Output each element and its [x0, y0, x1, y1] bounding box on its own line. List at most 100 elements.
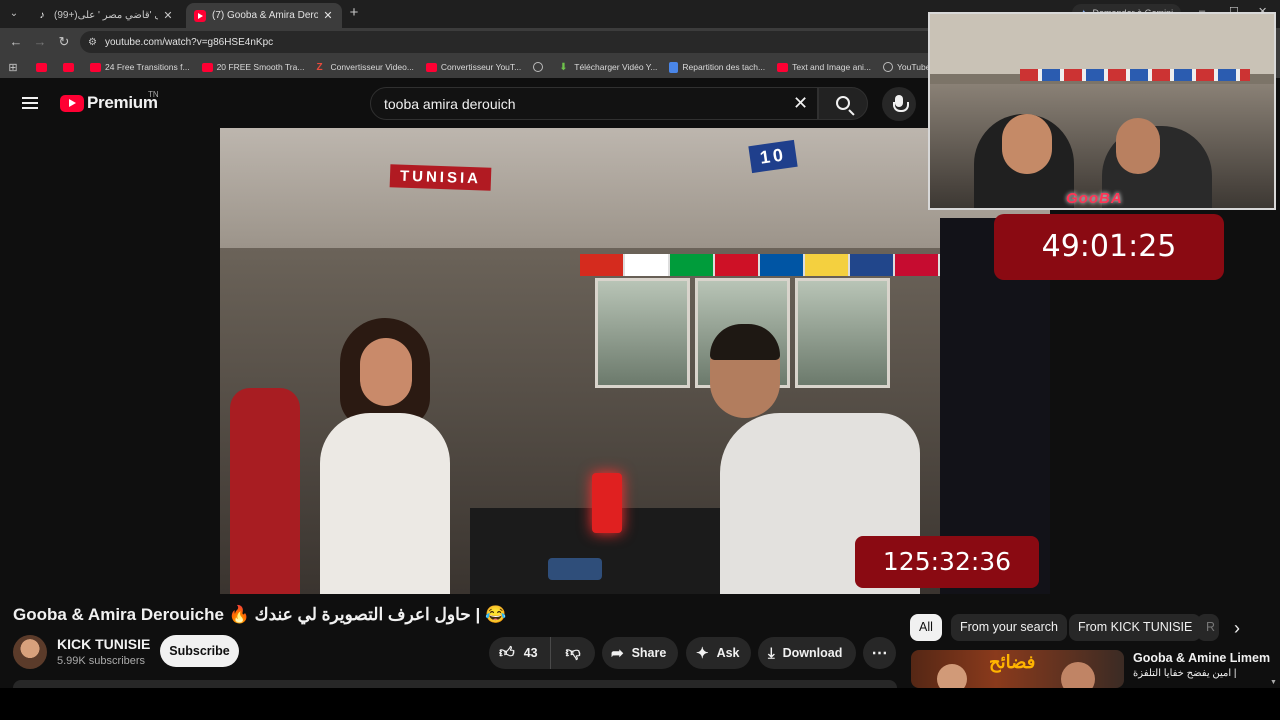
youtube-icon [201, 62, 213, 72]
like-dislike-group: 👍︎ 43 👎︎ [489, 637, 595, 669]
bookmark-item[interactable]: 24 Free Transitions f... [90, 62, 190, 72]
browser-tab-tiktok[interactable]: ♪ (99+)اعثر على 'قاضي مصر ' على... ✕ [28, 3, 182, 28]
browser-tab-youtube[interactable]: (7) Gooba & Amira Derouiche ✕ [186, 3, 342, 28]
forward-arrow-icon[interactable]: → [32, 34, 48, 50]
bookmark-item[interactable]: Z Convertisseur Video... [316, 62, 413, 73]
new-tab-button[interactable]: + [346, 5, 362, 21]
bookmark-label: 24 Free Transitions f... [105, 62, 190, 72]
reload-icon[interactable]: ↻ [56, 34, 72, 50]
voice-search-mic-icon[interactable] [882, 87, 916, 121]
thumbs-down-icon: 👎︎ [565, 644, 581, 661]
dislike-button[interactable]: 👎︎ [551, 637, 595, 669]
back-arrow-icon[interactable]: ← [8, 34, 24, 50]
bookmark-item[interactable]: Convertisseur YouT... [425, 62, 522, 72]
youtube-icon [777, 62, 789, 72]
youtube-icon [425, 62, 437, 72]
share-arrow-icon: ➦ [611, 645, 624, 662]
taskbar-strip [0, 688, 1280, 720]
facecam-overlay: GooBA [928, 12, 1276, 210]
channel-name[interactable]: KICK TUNISIE [57, 636, 150, 652]
z-logo-icon: Z [316, 61, 323, 73]
more-actions-button[interactable]: ⋯ [863, 637, 896, 669]
subscriber-count: 5.99K subscribers [57, 655, 146, 667]
phone-on-desk [548, 558, 602, 580]
download-icon: ⤓ [768, 644, 775, 662]
share-button[interactable]: ➦ Share [602, 637, 678, 669]
stream-timer-top: 49:01:25 [994, 214, 1224, 280]
stream-timer-bottom: 125:32:36 [855, 536, 1039, 588]
tab-title: (7) Gooba & Amira Derouiche [212, 10, 318, 21]
chip-overflow[interactable]: R [1197, 614, 1219, 641]
thumbs-up-icon: 👍︎ [499, 644, 515, 661]
apps-grid-icon[interactable]: ⊞ [6, 61, 20, 74]
download-arrow-icon: ⬇ [559, 61, 568, 73]
window-pane [595, 278, 690, 388]
youtube-play-icon [60, 94, 84, 112]
youtube-logo[interactable]: Premium TN [60, 90, 159, 113]
description-box[interactable] [13, 680, 897, 688]
url-text: youtube.com/watch?v=g86HSE4nKpc [104, 36, 274, 48]
bookmark-label: Text and Image ani... [792, 62, 872, 72]
bookmark-item[interactable]: 20 FREE Smooth Tra... [201, 62, 305, 72]
bookmark-label: Convertisseur YouT... [440, 62, 522, 72]
ask-button[interactable]: ✦ Ask [686, 637, 751, 669]
youtube-icon [63, 62, 74, 72]
streamer-tag: GooBA [1066, 190, 1123, 207]
recommended-title[interactable]: Gooba & Amine Limem [1133, 651, 1270, 665]
clear-search-icon[interactable]: ✕ [793, 94, 808, 112]
close-tab-icon[interactable]: ✕ [322, 9, 334, 22]
globe-icon [883, 62, 894, 72]
tab-search-chevron-icon[interactable]: ⌄ [6, 6, 22, 22]
video-title: Gooba & Amira Derouiche 🔥 | حاول اعرف ال… [13, 605, 893, 629]
subscribe-button[interactable]: Subscribe [160, 635, 239, 667]
chip-from-your-search[interactable]: From your search [951, 614, 1067, 641]
bookmark-item[interactable]: Repartition des tach... [669, 61, 766, 73]
video-frame-ceiling [220, 128, 1050, 248]
video-player[interactable]: TUNISIA 10 125:32:36 [220, 128, 1050, 594]
chip-all[interactable]: All [910, 614, 942, 641]
youtube-icon [36, 62, 47, 72]
title-arabic: | حاول اعرف التصويرة لي عندك [254, 605, 481, 624]
channel-avatar[interactable] [13, 635, 47, 669]
thumbnail-text: فضائح [989, 652, 1036, 672]
bookmark-label: Télécharger Vidéo Y... [574, 62, 658, 72]
bookmark-item[interactable]: ⬇ Télécharger Vidéo Y... [559, 62, 657, 73]
scarf-banner: TUNISIA [389, 164, 492, 191]
country-code: TN [148, 90, 159, 99]
guest-woman [300, 318, 490, 594]
bookmark-label: 20 FREE Smooth Tra... [216, 62, 305, 72]
recommended-subtitle: | امين يفضح خفايا التلفزة [1133, 668, 1237, 679]
tab-title: (99+)اعثر على 'قاضي مصر ' على... [54, 10, 158, 21]
flag-garland [580, 254, 940, 276]
url-field[interactable]: ⚙ youtube.com/watch?v=g86HSE4nKpc [80, 31, 940, 53]
download-button[interactable]: ⤓ Download [758, 637, 856, 669]
red-lamp [592, 473, 622, 533]
scroll-down-arrow-icon[interactable]: ▼ [1270, 679, 1277, 686]
youtube-icon [194, 9, 206, 22]
close-tab-icon[interactable]: ✕ [162, 9, 174, 22]
bookmark-item[interactable] [63, 62, 78, 72]
bookmark-item[interactable] [36, 62, 51, 72]
menu-icon[interactable] [22, 97, 38, 109]
bookmark-label: Convertisseur Video... [330, 62, 414, 72]
bookmark-label: Repartition des tach... [682, 62, 766, 72]
title-latin: Gooba & Amira Derouiche [13, 605, 224, 624]
document-icon [669, 61, 679, 73]
search-input[interactable]: tooba amira derouich [370, 87, 818, 120]
chip-from-channel[interactable]: From KICK TUNISIE [1069, 614, 1202, 641]
sparkle-icon: ✦ [696, 645, 709, 662]
share-label: Share [631, 646, 667, 660]
like-button[interactable]: 👍︎ 43 [489, 637, 551, 669]
bookmark-item[interactable]: Text and Image ani... [777, 62, 871, 72]
search-icon [836, 96, 850, 110]
search-button[interactable] [818, 87, 868, 120]
ask-label: Ask [716, 646, 740, 660]
site-info-icon[interactable]: ⚙ [88, 37, 97, 48]
youtube-icon [90, 62, 101, 72]
chevron-right-icon[interactable]: › [1226, 617, 1248, 639]
red-gaming-chair [230, 388, 300, 594]
laugh-emoji: 😂 [484, 605, 507, 624]
recommended-thumbnail[interactable]: فضائح [911, 650, 1124, 688]
bookmark-item[interactable] [533, 62, 547, 72]
tiktok-icon: ♪ [39, 9, 45, 21]
